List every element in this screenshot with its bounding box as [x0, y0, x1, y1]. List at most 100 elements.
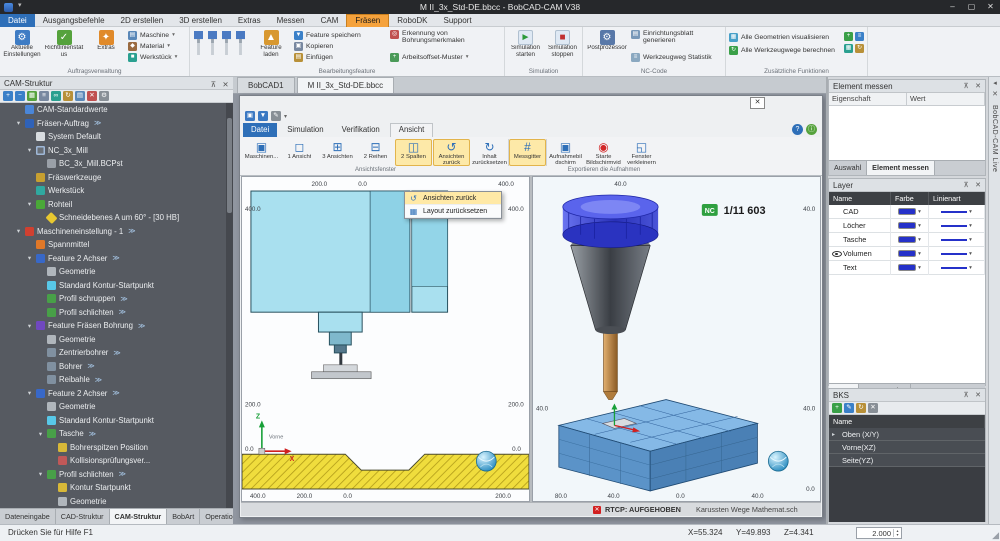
material-button[interactable]: Material▾ — [128, 41, 188, 51]
sim-toolbar-button[interactable]: ⊟ 2 Reihen — [357, 139, 394, 166]
layer-linetype-sample[interactable] — [941, 253, 967, 255]
zoom-value-input[interactable]: 2.000 ▴ ▾ — [856, 527, 902, 539]
layer-linetype-sample[interactable] — [941, 267, 967, 269]
options-chevron-icon[interactable]: ≫ — [138, 322, 145, 330]
tree-item[interactable]: Kontur Startpunkt — [0, 481, 233, 495]
chevron-down-icon[interactable]: ▾ — [918, 251, 921, 257]
tree-item[interactable]: ▾ Rohteil — [0, 198, 233, 212]
left-panel-tab[interactable]: CAD-Struktur — [56, 509, 110, 524]
edit-bks-icon[interactable]: ✎ — [844, 403, 854, 413]
tree-scrollbar-thumb[interactable] — [227, 118, 232, 213]
bks-row[interactable]: Seite(YZ) — [829, 454, 985, 467]
left-panel-tab[interactable]: Dateneingabe — [0, 509, 56, 524]
list-icon[interactable]: ≡ — [855, 32, 864, 41]
delete-bks-icon[interactable]: ✕ — [868, 403, 878, 413]
tree-item[interactable]: Bohrer ≫ — [0, 360, 233, 374]
tree-item[interactable]: Standard Kontur-Startpunkt — [0, 414, 233, 428]
options-chevron-icon[interactable]: ≫ — [119, 308, 126, 316]
ribbon-tab[interactable]: CAM — [313, 14, 347, 27]
tree-item[interactable]: Profil schruppen ≫ — [0, 292, 233, 306]
tree-item[interactable]: System Default — [0, 130, 233, 144]
menu-item[interactable]: ▦ Layout zurücksetzen — [405, 205, 501, 218]
guideline-status-button[interactable]: Richtlinienstatus — [44, 29, 84, 66]
sim-toolbar-button[interactable]: ◫ 2 Spalten — [395, 139, 432, 166]
add-bks-icon[interactable]: + — [832, 403, 842, 413]
refresh-icon[interactable]: ↻ — [855, 44, 864, 53]
tree-item[interactable]: Reibahle ≫ — [0, 373, 233, 387]
tree-item[interactable]: BC_3x_Mill.BCPst — [0, 157, 233, 171]
close-icon[interactable]: ✕ — [972, 80, 984, 93]
sim-toolbar-button[interactable]: ▣ Aufnahmebildschirm — [547, 139, 584, 166]
bks-row[interactable]: ▸ Oben (X/Y) — [829, 428, 985, 441]
navigation-ball[interactable] — [476, 451, 496, 471]
paste-button[interactable]: Einfügen — [294, 52, 386, 62]
tree-item[interactable]: ▾ Profil schlichten ≫ — [0, 468, 233, 482]
tree-item[interactable]: Geometrie — [0, 265, 233, 279]
expand-arrow-icon[interactable]: ▾ — [26, 146, 33, 154]
compute-all-toolpaths-button[interactable]: Alle Werkzeugwege berechnen — [729, 45, 841, 55]
spin-down-icon[interactable]: ▾ — [894, 533, 901, 537]
tree-item[interactable]: Bohrerspitzen Position — [0, 441, 233, 455]
options-chevron-icon[interactable]: ≫ — [119, 470, 126, 478]
ribbon-tab[interactable]: RoboDK — [389, 14, 435, 27]
chevron-down-icon[interactable]: ▾ — [969, 251, 972, 257]
toolpath-stats-button[interactable]: Werkzeugweg Statistik — [631, 52, 723, 62]
maximize-button[interactable]: ▢ — [962, 0, 981, 14]
layer-color-swatch[interactable] — [898, 222, 916, 229]
layer-linetype-sample[interactable] — [941, 211, 967, 213]
pin-icon[interactable]: ⊼ — [960, 80, 972, 93]
layer-row[interactable]: CAD ▾ ▾ — [829, 205, 985, 219]
current-settings-button[interactable]: Aktuelle Einstellungen — [2, 29, 42, 66]
ribbon-tab[interactable]: Extras — [230, 14, 269, 27]
simulation-window-close-button[interactable]: ✕ — [750, 97, 765, 109]
quick-access-dropdown-icon[interactable]: ▾ — [18, 1, 22, 9]
navigation-ball[interactable] — [768, 451, 788, 471]
tree-item[interactable]: ▾ Maschineneinstellung - 1 ≫ — [0, 225, 233, 239]
edit-icon[interactable]: ✎ — [271, 111, 281, 121]
tree-item[interactable]: Geometrie — [0, 495, 233, 509]
tree-item[interactable]: ▾ Feature 2 Achser ≫ — [0, 387, 233, 401]
info-icon[interactable]: ⓘ — [806, 124, 817, 135]
layer-color-swatch[interactable] — [898, 264, 916, 271]
expand-arrow-icon[interactable]: ▾ — [37, 430, 44, 438]
workpiece-button[interactable]: Werkstück▾ — [128, 52, 188, 62]
filter-icon[interactable]: ≡ — [39, 91, 49, 101]
save-icon[interactable]: ▼ — [258, 111, 268, 121]
ribbon-tab[interactable]: 2D erstellen — [113, 14, 172, 27]
close-button[interactable]: ✕ — [981, 0, 1000, 14]
tree-item[interactable]: ▾ NC_3x_Mill — [0, 144, 233, 158]
machine-button[interactable]: Maschine▾ — [128, 30, 188, 40]
measure-tab[interactable]: Element messen — [867, 161, 935, 175]
add-icon[interactable]: + — [844, 32, 853, 41]
new-file-icon[interactable]: ▣ — [245, 111, 255, 121]
delete-icon[interactable]: ✕ — [87, 91, 97, 101]
options-chevron-icon[interactable]: ≫ — [112, 389, 119, 397]
simulation-tab[interactable]: Ansicht — [390, 123, 434, 137]
chevron-down-icon[interactable]: ▾ — [918, 209, 921, 215]
setup-sheet-button[interactable]: Einrichtungsblatt generieren — [631, 30, 723, 50]
front-viewport[interactable]: Z X Vorne 200.0 0.0 400.0 400.0 200.0 0.… — [241, 176, 530, 502]
pin-icon[interactable]: ⊼ — [960, 389, 972, 402]
measure-tab[interactable]: Auswahl — [829, 161, 867, 175]
titlebar[interactable]: ▾ M II_3x_Std-DE.bbcc - BobCAD-CAM V38 –… — [0, 0, 1000, 14]
visibility-eye-icon[interactable] — [832, 249, 842, 258]
chevron-down-icon[interactable]: ▾ — [918, 223, 921, 229]
collapse-all-icon[interactable]: − — [15, 91, 25, 101]
qat-dropdown-icon[interactable]: ▾ — [284, 113, 287, 120]
left-panel-tab[interactable]: CAM-Struktur — [110, 509, 168, 524]
layer-linetype-sample[interactable] — [941, 225, 967, 227]
menu-item[interactable]: ↺ Ansichten zurück — [405, 192, 501, 205]
tree-item[interactable]: Kollisionsprüfungsver... — [0, 454, 233, 468]
expand-arrow-icon[interactable]: ▾ — [26, 389, 33, 397]
chevron-down-icon[interactable]: ▾ — [969, 209, 972, 215]
simulation-stop-button[interactable]: Simulation stoppen — [545, 29, 580, 66]
close-icon[interactable]: ✕ — [972, 179, 984, 192]
document-tab[interactable]: M II_3x_Std-DE.bbcc — [297, 77, 395, 93]
front-viewport-canvas[interactable]: Z X Vorne 200.0 0.0 400.0 400.0 200.0 0.… — [242, 177, 529, 501]
settings-icon[interactable]: ⚙ — [99, 91, 109, 101]
options-chevron-icon[interactable]: ≫ — [94, 119, 101, 127]
iso-viewport[interactable]: NC 1/11 603 40.0 40.0 40.0 40.0 0.0 80.0… — [532, 176, 821, 502]
options-chevron-icon[interactable]: ≫ — [113, 349, 120, 357]
measure-body[interactable] — [829, 106, 985, 160]
layer-color-swatch[interactable] — [898, 208, 916, 215]
